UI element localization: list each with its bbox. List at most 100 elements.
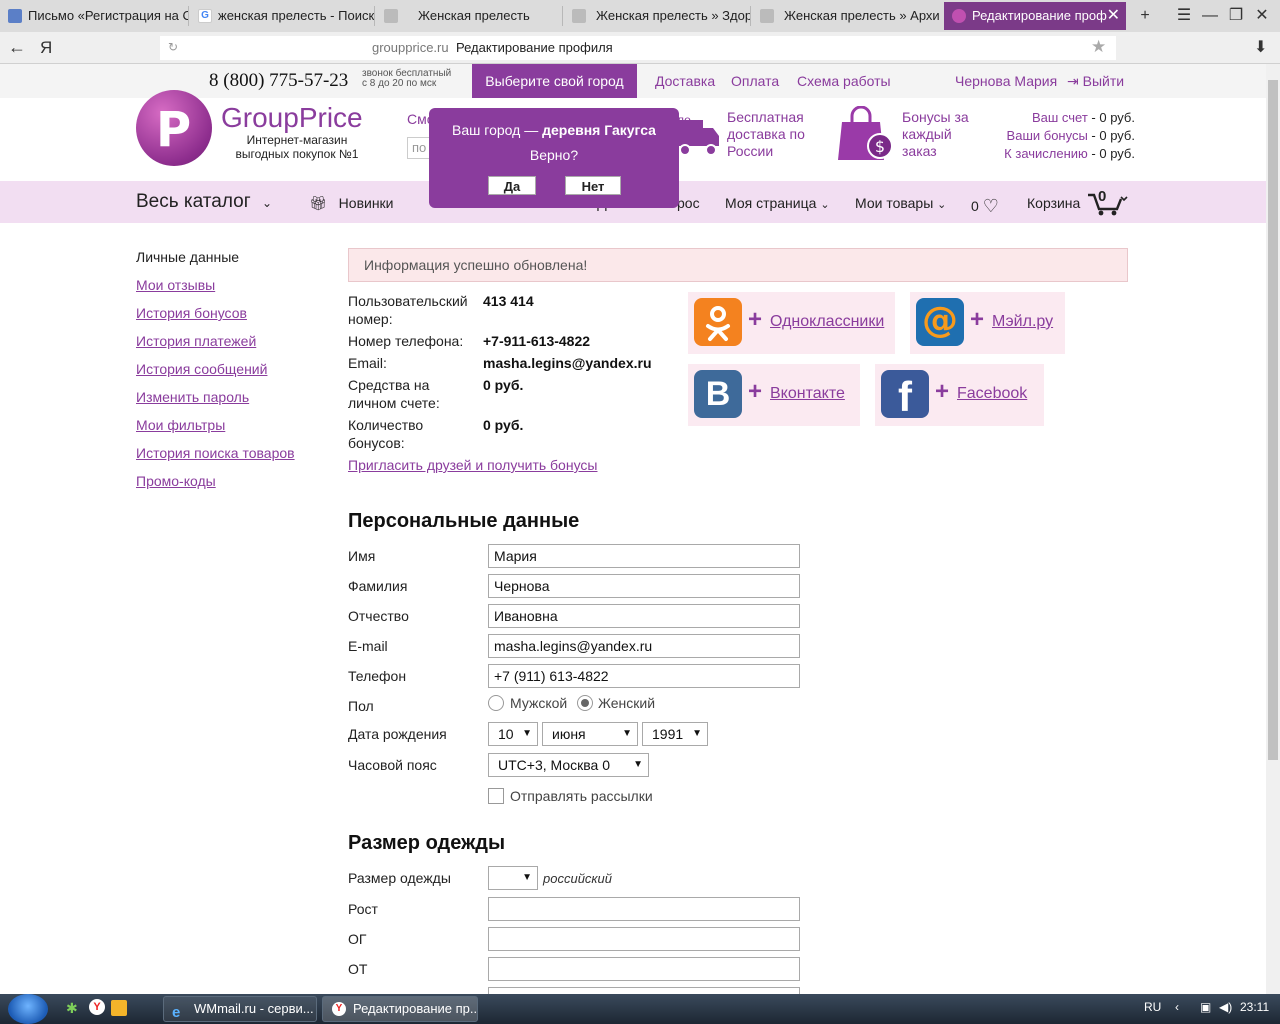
close-icon[interactable]: ✕ xyxy=(1107,2,1120,30)
gender-female-radio[interactable] xyxy=(577,695,593,711)
account-value: - 0 руб. xyxy=(1087,146,1135,161)
patronymic-input[interactable]: Ивановна xyxy=(488,604,800,628)
nav-partial-item-2[interactable]: рос xyxy=(677,195,700,211)
scrollbar-thumb[interactable] xyxy=(1268,80,1278,760)
taskbar-item-profile[interactable]: Y Редактирование пр... xyxy=(322,996,478,1022)
reload-icon[interactable]: ↻ xyxy=(168,40,178,54)
cart-link[interactable]: Корзина xyxy=(1027,195,1080,211)
birth-month-select[interactable]: июня ▼ xyxy=(542,722,638,746)
brand-name[interactable]: GroupPrice xyxy=(221,102,363,134)
minimize-icon[interactable]: — xyxy=(1198,4,1222,28)
sidebar-item-search-history[interactable]: История поиска товаров xyxy=(136,445,295,461)
quick-launch-icon[interactable]: ✱ xyxy=(66,1000,78,1017)
yandex-logo[interactable]: Я xyxy=(40,38,52,58)
choose-city-button[interactable]: Выберите свой город xyxy=(472,64,637,98)
clock[interactable]: 23:11 xyxy=(1240,1000,1269,1014)
browser-tab-google[interactable]: G женская прелесть - Поиск xyxy=(190,2,374,30)
city-no-button[interactable]: Нет xyxy=(565,176,621,195)
account-label[interactable]: Ваш счет xyxy=(1032,110,1088,125)
download-icon[interactable]: ⬇ xyxy=(1254,37,1267,57)
birth-year-select[interactable]: 1991 ▼ xyxy=(642,722,708,746)
social-facebook[interactable]: f + Facebook xyxy=(875,364,1044,426)
catalog-menu[interactable]: Весь каталог ⌄ xyxy=(136,191,272,213)
birth-day-select[interactable]: 10 ▼ xyxy=(488,722,538,746)
taskbar-item-wmmail[interactable]: e WMmail.ru - серви... xyxy=(163,996,317,1022)
newsletter-label[interactable]: Отправлять рассылки xyxy=(510,788,653,804)
browser-tab-page[interactable]: Женская прелесть » Здоро xyxy=(564,2,750,30)
gender-label: Пол xyxy=(348,698,374,714)
social-vkontakte[interactable]: B + Вконтакте xyxy=(688,364,860,426)
next-input[interactable] xyxy=(488,987,800,994)
gender-male-label[interactable]: Мужской xyxy=(510,695,567,711)
sidebar-item-change-password[interactable]: Изменить пароль xyxy=(136,389,249,405)
email-label: Email: xyxy=(348,355,387,371)
clothing-size-select[interactable]: ▼ xyxy=(488,866,538,890)
email-input[interactable]: masha.legins@yandex.ru xyxy=(488,634,800,658)
select-value: июня xyxy=(552,726,586,742)
waist-input[interactable] xyxy=(488,957,800,981)
timezone-select[interactable]: UTC+3, Москва 0 ▼ xyxy=(488,753,649,777)
surname-input[interactable]: Чернова xyxy=(488,574,800,598)
how-it-works-link[interactable]: Схема работы xyxy=(797,73,891,89)
social-name[interactable]: Мэйл.ру xyxy=(992,313,1053,331)
sidebar-item-filters[interactable]: Мои фильтры xyxy=(136,417,225,433)
delivery-link[interactable]: Доставка xyxy=(655,73,715,89)
start-button[interactable] xyxy=(8,994,48,1024)
restore-icon[interactable]: ❐ xyxy=(1224,4,1248,28)
social-name[interactable]: Вконтакте xyxy=(770,385,845,403)
sidebar-item-bonus-history[interactable]: История бонусов xyxy=(136,305,247,321)
funds-value: 0 руб. xyxy=(483,377,524,393)
user-name-link[interactable]: Чернова Мария xyxy=(955,73,1057,89)
name-input[interactable]: Мария xyxy=(488,544,800,568)
social-mailru[interactable]: @ + Мэйл.ру xyxy=(910,292,1065,354)
media-player-icon[interactable] xyxy=(111,1000,127,1016)
window-close-icon[interactable]: ✕ xyxy=(1250,4,1274,28)
tab-label: женская прелесть - Поиск xyxy=(218,8,374,23)
my-page-menu[interactable]: Моя страница ⌄ xyxy=(725,195,830,211)
bookmark-star-icon[interactable]: ★ xyxy=(1091,37,1106,57)
url-field[interactable] xyxy=(160,36,1116,60)
social-name[interactable]: Одноклассники xyxy=(770,313,884,331)
plus-icon: + xyxy=(970,306,985,333)
browser-tab-mail[interactable]: Письмо «Регистрация на С xyxy=(0,2,188,30)
cart-icon[interactable] xyxy=(1086,189,1128,217)
tray-expand-icon[interactable]: ‹ xyxy=(1175,1000,1179,1014)
volume-icon[interactable]: ◀) xyxy=(1219,1000,1232,1014)
page-scrollbar[interactable] xyxy=(1266,64,1280,994)
network-icon[interactable]: ▣ xyxy=(1200,1000,1211,1014)
account-label[interactable]: Ваши бонусы xyxy=(1007,128,1088,143)
invite-friends-link[interactable]: Пригласить друзей и получить бонусы xyxy=(348,457,597,473)
logout-icon: ⇥ xyxy=(1067,73,1079,89)
back-icon[interactable]: ← xyxy=(8,37,26,58)
social-odnoklassniki[interactable]: + Одноклассники xyxy=(688,292,895,354)
browser-tab-active[interactable]: Редактирование проф ✕ xyxy=(944,2,1126,30)
social-name[interactable]: Facebook xyxy=(957,385,1027,403)
browser-tab-page[interactable]: Женская прелесть » Архив xyxy=(752,2,940,30)
gender-male-radio[interactable] xyxy=(488,695,504,711)
phone-input[interactable]: +7 (911) 613-4822 xyxy=(488,664,800,688)
new-items-link[interactable]: 🎁︎ Новинки xyxy=(309,195,394,212)
browser-tab-page[interactable]: Женская прелесть xyxy=(376,2,562,30)
menu-icon[interactable]: ☰ xyxy=(1172,4,1196,28)
payment-link[interactable]: Оплата xyxy=(731,73,779,89)
sidebar-item-promo-codes[interactable]: Промо-коды xyxy=(136,473,216,489)
city-confirm-text: Верно? xyxy=(529,147,579,163)
sidebar-item-message-history[interactable]: История сообщений xyxy=(136,361,267,377)
logout-link[interactable]: ⇥ Выйти xyxy=(1067,73,1124,90)
new-tab-button[interactable]: + xyxy=(1133,4,1157,28)
groupprice-logo[interactable]: P xyxy=(136,90,212,166)
city-yes-button[interactable]: Да xyxy=(488,176,536,195)
chest-input[interactable] xyxy=(488,927,800,951)
gender-female-label[interactable]: Женский xyxy=(598,695,655,711)
free-delivery-text: Бесплатная доставка по России xyxy=(727,109,805,160)
sidebar-item-reviews[interactable]: Мои отзывы xyxy=(136,277,215,293)
account-label[interactable]: К зачислению xyxy=(1004,146,1088,161)
newsletter-checkbox[interactable] xyxy=(488,788,504,804)
language-indicator[interactable]: RU xyxy=(1144,1000,1161,1014)
favorites-link[interactable]: 0 ♡ xyxy=(971,195,999,216)
yandex-browser-icon[interactable]: Y xyxy=(89,999,105,1015)
search-input[interactable]: по xyxy=(407,137,431,159)
sidebar-item-payment-history[interactable]: История платежей xyxy=(136,333,256,349)
height-input[interactable] xyxy=(488,897,800,921)
my-goods-menu[interactable]: Мои товары ⌄ xyxy=(855,195,946,211)
